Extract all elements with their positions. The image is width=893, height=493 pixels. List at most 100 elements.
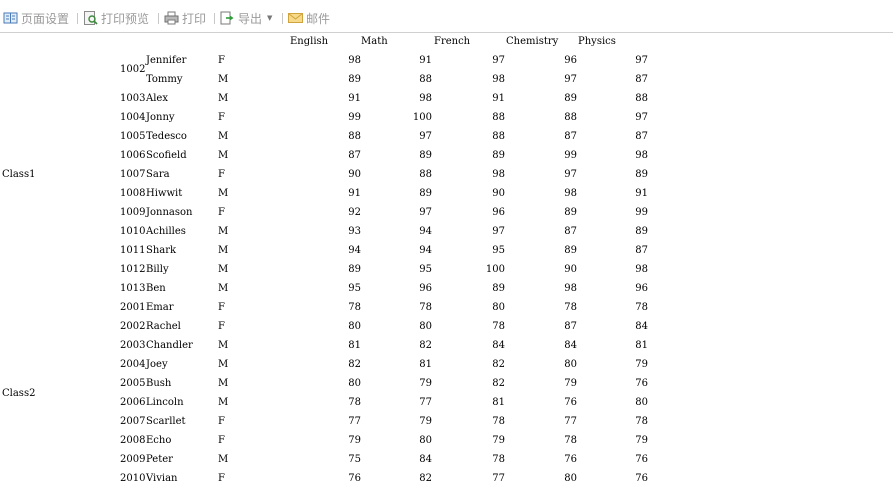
score-cell: 81	[348, 340, 361, 351]
score-cell: 87	[564, 131, 577, 142]
print-preview-icon	[83, 11, 98, 25]
student-name: Sara	[146, 169, 170, 180]
mail-label: 邮件	[306, 11, 331, 26]
score-cell: 80	[564, 473, 577, 484]
score-cell: 79	[419, 378, 432, 389]
score-cell: 75	[348, 454, 361, 465]
print-label: 打印	[182, 11, 207, 26]
column-header: Math	[361, 36, 388, 47]
score-cell: 82	[492, 359, 505, 370]
score-cell: 81	[635, 340, 648, 351]
score-cell: 88	[564, 112, 577, 123]
score-cell: 91	[635, 188, 648, 199]
score-cell: 89	[348, 74, 361, 85]
student-gender: F	[218, 435, 225, 446]
score-cell: 92	[348, 207, 361, 218]
student-id: 1012	[120, 264, 146, 275]
page-setup-label: 页面设置	[21, 11, 70, 26]
score-cell: 78	[635, 416, 648, 427]
score-cell: 89	[348, 264, 361, 275]
score-cell: 98	[564, 283, 577, 294]
student-id: 2010	[120, 473, 146, 484]
printer-icon	[164, 11, 179, 25]
score-cell: 95	[419, 264, 432, 275]
page-setup-button[interactable]: 页面设置	[3, 9, 69, 27]
student-name: Achilles	[146, 226, 186, 237]
score-cell: 88	[492, 112, 505, 123]
student-name: Jonny	[146, 112, 175, 123]
score-cell: 87	[348, 150, 361, 161]
score-cell: 97	[419, 131, 432, 142]
score-cell: 79	[564, 378, 577, 389]
student-id: 2001	[120, 302, 146, 313]
toolbar-divider	[77, 13, 78, 24]
score-cell: 80	[492, 302, 505, 313]
student-name: Alex	[146, 93, 168, 104]
print-preview-button[interactable]: 打印预览	[83, 9, 149, 27]
score-cell: 76	[635, 473, 648, 484]
score-cell: 89	[564, 207, 577, 218]
score-cell: 98	[564, 188, 577, 199]
score-cell: 80	[635, 397, 648, 408]
score-cell: 98	[635, 150, 648, 161]
student-gender: M	[218, 93, 229, 104]
student-id: 2003	[120, 340, 146, 351]
score-cell: 79	[419, 416, 432, 427]
score-cell: 95	[492, 245, 505, 256]
score-cell: 84	[419, 454, 432, 465]
column-header: Physics	[578, 36, 616, 47]
score-cell: 77	[419, 397, 432, 408]
student-name: Tommy	[146, 74, 183, 85]
student-gender: F	[218, 321, 225, 332]
toolbar-divider	[158, 13, 159, 24]
score-cell: 97	[492, 55, 505, 66]
score-cell: 100	[485, 264, 505, 275]
export-dropdown[interactable]: 导出 ▼	[220, 9, 272, 27]
score-cell: 96	[635, 283, 648, 294]
score-cell: 78	[419, 302, 432, 313]
class-label: Class1	[2, 169, 36, 180]
score-cell: 78	[564, 435, 577, 446]
student-gender: F	[218, 55, 225, 66]
score-cell: 76	[564, 397, 577, 408]
score-cell: 76	[564, 454, 577, 465]
student-id: 2005	[120, 378, 146, 389]
score-cell: 81	[492, 397, 505, 408]
score-cell: 91	[348, 188, 361, 199]
student-gender: M	[218, 397, 229, 408]
score-cell: 81	[419, 359, 432, 370]
student-name: Lincoln	[146, 397, 184, 408]
student-name: Jennifer	[146, 55, 187, 66]
export-icon	[220, 11, 235, 25]
student-name: Tedesco	[146, 131, 187, 142]
score-cell: 76	[635, 378, 648, 389]
score-cell: 89	[419, 150, 432, 161]
score-cell: 78	[492, 321, 505, 332]
score-cell: 98	[419, 93, 432, 104]
student-id: 2009	[120, 454, 146, 465]
score-cell: 90	[492, 188, 505, 199]
score-cell: 98	[348, 55, 361, 66]
print-button[interactable]: 打印	[164, 9, 206, 27]
score-cell: 88	[419, 169, 432, 180]
score-cell: 80	[419, 435, 432, 446]
student-gender: F	[218, 416, 225, 427]
mail-button[interactable]: 邮件	[288, 9, 330, 27]
toolbar-divider	[214, 13, 215, 24]
student-gender: M	[218, 454, 229, 465]
score-cell: 98	[492, 74, 505, 85]
score-cell: 90	[564, 264, 577, 275]
score-cell: 88	[348, 131, 361, 142]
score-cell: 87	[635, 131, 648, 142]
score-cell: 91	[348, 93, 361, 104]
student-gender: M	[218, 359, 229, 370]
score-cell: 79	[492, 435, 505, 446]
student-name: Ben	[146, 283, 166, 294]
score-cell: 87	[635, 245, 648, 256]
student-id: 1003	[120, 93, 146, 104]
student-gender: F	[218, 302, 225, 313]
score-cell: 79	[635, 359, 648, 370]
student-name: Rachel	[146, 321, 181, 332]
score-cell: 94	[419, 226, 432, 237]
student-name: Scarllet	[146, 416, 186, 427]
